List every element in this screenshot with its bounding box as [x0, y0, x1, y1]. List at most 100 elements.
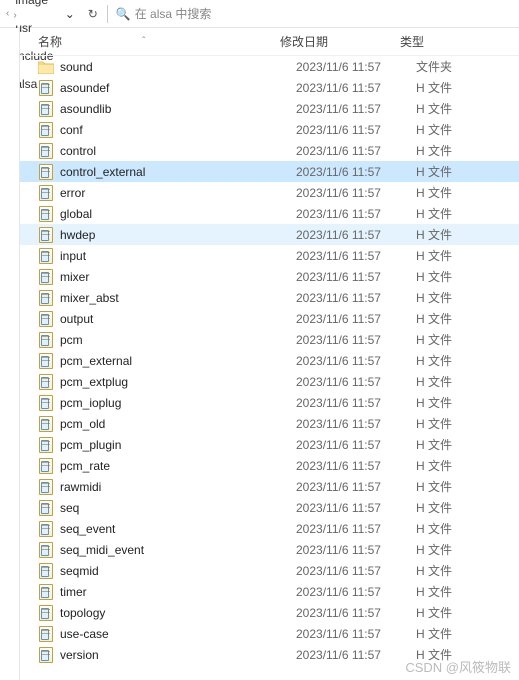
file-row[interactable]: timer2023/11/6 11:57H 文件	[20, 581, 519, 602]
file-row[interactable]: asoundef2023/11/6 11:57H 文件	[20, 77, 519, 98]
file-name: asoundlib	[60, 102, 296, 116]
file-row[interactable]: use-case2023/11/6 11:57H 文件	[20, 623, 519, 644]
folder-row[interactable]: sound2023/11/6 11:57文件夹	[20, 56, 519, 77]
file-row[interactable]: asoundlib2023/11/6 11:57H 文件	[20, 98, 519, 119]
file-name: seq_event	[60, 522, 296, 536]
file-name: use-case	[60, 627, 296, 641]
hfile-icon	[38, 248, 54, 264]
hfile-icon	[38, 416, 54, 432]
file-date: 2023/11/6 11:57	[296, 543, 416, 557]
file-type: H 文件	[416, 121, 519, 138]
hfile-icon	[38, 647, 54, 663]
file-type: H 文件	[416, 352, 519, 369]
file-name: sound	[60, 60, 296, 74]
hfile-icon	[38, 374, 54, 390]
file-row[interactable]: pcm_external2023/11/6 11:57H 文件	[20, 350, 519, 371]
hfile-icon	[38, 626, 54, 642]
hfile-icon	[38, 521, 54, 537]
breadcrumb-item[interactable]: image	[11, 0, 60, 7]
column-date[interactable]: 修改日期	[280, 33, 400, 50]
file-row[interactable]: error2023/11/6 11:57H 文件	[20, 182, 519, 203]
divider	[107, 5, 108, 23]
breadcrumb: ‹ alsa-lib›1.1.9-r0›image›usr›include›al…	[0, 0, 519, 28]
file-row[interactable]: hwdep2023/11/6 11:57H 文件	[20, 224, 519, 245]
file-date: 2023/11/6 11:57	[296, 606, 416, 620]
file-row[interactable]: seqmid2023/11/6 11:57H 文件	[20, 560, 519, 581]
file-date: 2023/11/6 11:57	[296, 480, 416, 494]
file-type: H 文件	[416, 436, 519, 453]
file-name: conf	[60, 123, 296, 137]
file-row[interactable]: version2023/11/6 11:57H 文件	[20, 644, 519, 665]
file-name: seq	[60, 501, 296, 515]
column-name[interactable]: 名称 ˆ	[20, 33, 280, 50]
file-date: 2023/11/6 11:57	[296, 270, 416, 284]
file-date: 2023/11/6 11:57	[296, 396, 416, 410]
file-name: hwdep	[60, 228, 296, 242]
file-name: pcm_plugin	[60, 438, 296, 452]
file-name: pcm_old	[60, 417, 296, 431]
search-icon: 🔍	[116, 7, 131, 21]
file-row[interactable]: rawmidi2023/11/6 11:57H 文件	[20, 476, 519, 497]
file-name: pcm_ioplug	[60, 396, 296, 410]
file-listing: 名称 ˆ 修改日期 类型 sound2023/11/6 11:57文件夹asou…	[20, 28, 519, 680]
file-row[interactable]: global2023/11/6 11:57H 文件	[20, 203, 519, 224]
hfile-icon	[38, 143, 54, 159]
file-name: pcm_rate	[60, 459, 296, 473]
file-date: 2023/11/6 11:57	[296, 375, 416, 389]
hfile-icon	[38, 500, 54, 516]
file-name: error	[60, 186, 296, 200]
file-date: 2023/11/6 11:57	[296, 459, 416, 473]
hfile-icon	[38, 353, 54, 369]
hfile-icon	[38, 164, 54, 180]
file-type: H 文件	[416, 142, 519, 159]
hfile-icon	[38, 80, 54, 96]
hfile-icon	[38, 122, 54, 138]
file-name: version	[60, 648, 296, 662]
file-date: 2023/11/6 11:57	[296, 312, 416, 326]
file-row[interactable]: seq_midi_event2023/11/6 11:57H 文件	[20, 539, 519, 560]
file-date: 2023/11/6 11:57	[296, 333, 416, 347]
file-type: H 文件	[416, 562, 519, 579]
sort-indicator-icon: ˆ	[142, 36, 145, 47]
hfile-icon	[38, 605, 54, 621]
file-row[interactable]: seq_event2023/11/6 11:57H 文件	[20, 518, 519, 539]
file-row[interactable]: pcm_extplug2023/11/6 11:57H 文件	[20, 371, 519, 392]
file-row[interactable]: pcm_old2023/11/6 11:57H 文件	[20, 413, 519, 434]
file-row[interactable]: control_external2023/11/6 11:57H 文件	[20, 161, 519, 182]
file-name: control	[60, 144, 296, 158]
file-row[interactable]: input2023/11/6 11:57H 文件	[20, 245, 519, 266]
file-row[interactable]: control2023/11/6 11:57H 文件	[20, 140, 519, 161]
file-row[interactable]: output2023/11/6 11:57H 文件	[20, 308, 519, 329]
file-row[interactable]: pcm_ioplug2023/11/6 11:57H 文件	[20, 392, 519, 413]
breadcrumb-dropdown-icon[interactable]: ⌄	[61, 7, 79, 21]
column-type[interactable]: 类型	[400, 33, 519, 50]
file-name: rawmidi	[60, 480, 296, 494]
search-input[interactable]: 🔍 在 alsa 中搜索	[112, 5, 515, 22]
file-date: 2023/11/6 11:57	[296, 144, 416, 158]
file-date: 2023/11/6 11:57	[296, 165, 416, 179]
file-row[interactable]: conf2023/11/6 11:57H 文件	[20, 119, 519, 140]
file-date: 2023/11/6 11:57	[296, 354, 416, 368]
file-type: H 文件	[416, 394, 519, 411]
file-row[interactable]: pcm_rate2023/11/6 11:57H 文件	[20, 455, 519, 476]
file-date: 2023/11/6 11:57	[296, 291, 416, 305]
file-date: 2023/11/6 11:57	[296, 417, 416, 431]
file-name: mixer	[60, 270, 296, 284]
hfile-icon	[38, 332, 54, 348]
file-row[interactable]: pcm2023/11/6 11:57H 文件	[20, 329, 519, 350]
refresh-button[interactable]: ↻	[83, 7, 103, 21]
file-row[interactable]: mixer_abst2023/11/6 11:57H 文件	[20, 287, 519, 308]
file-type: H 文件	[416, 331, 519, 348]
file-name: control_external	[60, 165, 296, 179]
file-name: asoundef	[60, 81, 296, 95]
file-type: H 文件	[416, 457, 519, 474]
file-row[interactable]: seq2023/11/6 11:57H 文件	[20, 497, 519, 518]
file-date: 2023/11/6 11:57	[296, 102, 416, 116]
file-type: H 文件	[416, 310, 519, 327]
file-date: 2023/11/6 11:57	[296, 522, 416, 536]
file-row[interactable]: pcm_plugin2023/11/6 11:57H 文件	[20, 434, 519, 455]
file-row[interactable]: mixer2023/11/6 11:57H 文件	[20, 266, 519, 287]
file-row[interactable]: topology2023/11/6 11:57H 文件	[20, 602, 519, 623]
breadcrumb-overflow-icon[interactable]: ‹	[4, 8, 11, 19]
file-name: timer	[60, 585, 296, 599]
